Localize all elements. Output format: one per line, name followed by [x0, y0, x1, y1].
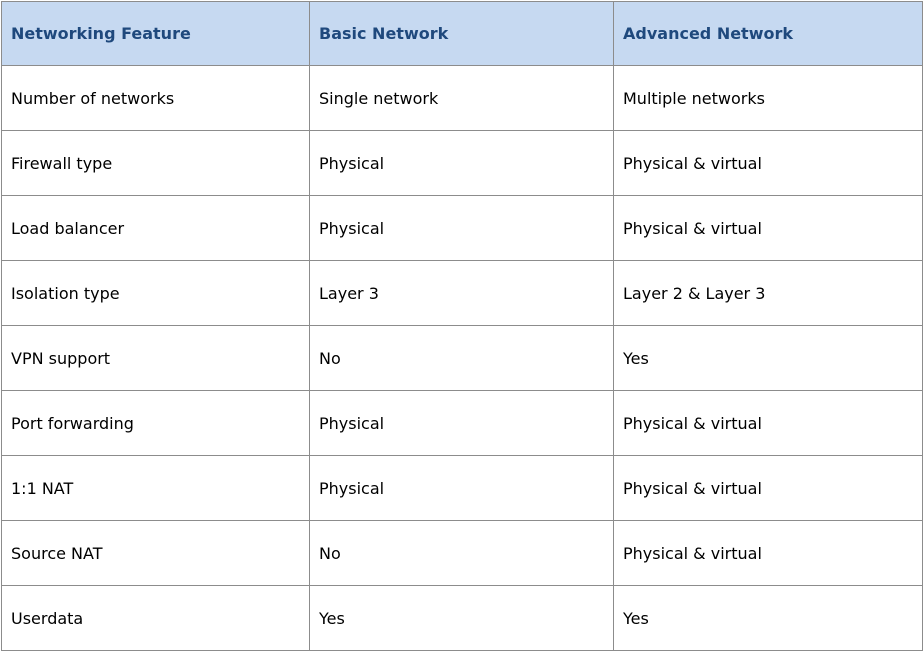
basic-cell: Layer 3 [309, 260, 614, 326]
advanced-cell: Physical & virtual [613, 195, 923, 261]
header-networking-feature: Networking Feature [1, 1, 310, 66]
feature-cell: Load balancer [1, 195, 310, 261]
feature-cell: Userdata [1, 585, 310, 651]
table-row: Number of networks Single network Multip… [1, 65, 923, 131]
basic-cell: No [309, 325, 614, 391]
feature-cell: VPN support [1, 325, 310, 391]
header-advanced-network: Advanced Network [613, 1, 923, 66]
table-row: Source NAT No Physical & virtual [1, 520, 923, 586]
networking-comparison-table: Networking Feature Basic Network Advance… [1, 1, 923, 651]
basic-cell: Physical [309, 390, 614, 456]
feature-cell: Firewall type [1, 130, 310, 196]
advanced-cell: Physical & virtual [613, 455, 923, 521]
table-row: Firewall type Physical Physical & virtua… [1, 130, 923, 196]
basic-cell: Physical [309, 130, 614, 196]
basic-cell: Yes [309, 585, 614, 651]
table-body: Number of networks Single network Multip… [1, 65, 923, 651]
table-row: Load balancer Physical Physical & virtua… [1, 195, 923, 261]
advanced-cell: Yes [613, 585, 923, 651]
basic-cell: No [309, 520, 614, 586]
feature-cell: Number of networks [1, 65, 310, 131]
basic-cell: Physical [309, 195, 614, 261]
header-row: Networking Feature Basic Network Advance… [1, 1, 923, 66]
feature-cell: Source NAT [1, 520, 310, 586]
basic-cell: Single network [309, 65, 614, 131]
advanced-cell: Yes [613, 325, 923, 391]
table-row: Userdata Yes Yes [1, 585, 923, 651]
table-row: Port forwarding Physical Physical & virt… [1, 390, 923, 456]
header-basic-network: Basic Network [309, 1, 614, 66]
table-row: Isolation type Layer 3 Layer 2 & Layer 3 [1, 260, 923, 326]
advanced-cell: Multiple networks [613, 65, 923, 131]
advanced-cell: Physical & virtual [613, 390, 923, 456]
feature-cell: 1:1 NAT [1, 455, 310, 521]
advanced-cell: Physical & virtual [613, 520, 923, 586]
basic-cell: Physical [309, 455, 614, 521]
table-row: VPN support No Yes [1, 325, 923, 391]
table-row: 1:1 NAT Physical Physical & virtual [1, 455, 923, 521]
feature-cell: Port forwarding [1, 390, 310, 456]
advanced-cell: Physical & virtual [613, 130, 923, 196]
feature-cell: Isolation type [1, 260, 310, 326]
advanced-cell: Layer 2 & Layer 3 [613, 260, 923, 326]
table-header: Networking Feature Basic Network Advance… [1, 1, 923, 66]
